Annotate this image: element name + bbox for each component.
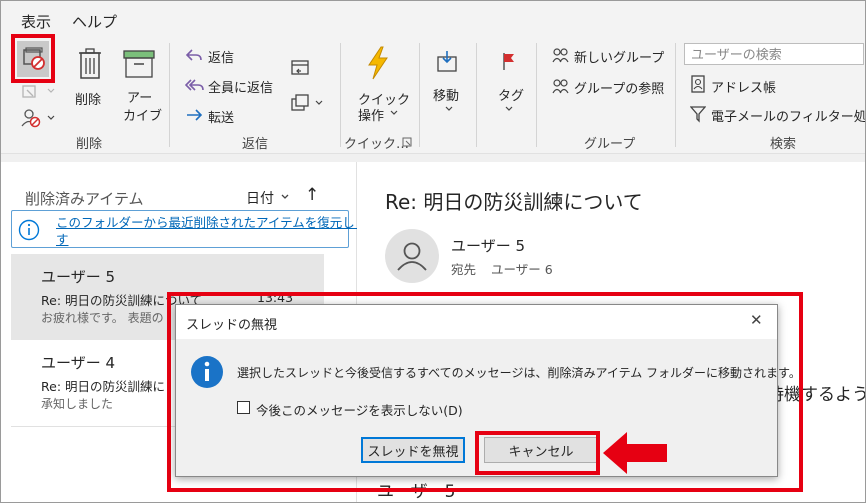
quick-group-label: クイック… <box>344 137 410 152</box>
delete-button[interactable] <box>73 47 107 81</box>
sender-name[interactable]: ユーザー 5 <box>451 235 525 256</box>
chevron-down-icon <box>445 106 453 111</box>
folder-name: 削除済みアイテム <box>25 190 144 208</box>
groups-group-label: グループ <box>584 137 636 152</box>
reply-group-label: 返信 <box>242 137 269 152</box>
quick-steps-label-2[interactable]: 操作 <box>358 105 384 124</box>
ignore-highlight-box <box>11 34 55 83</box>
message-preview: 承知しました <box>41 397 114 411</box>
move-button[interactable]: 移動 <box>433 85 459 104</box>
group-divider <box>675 43 676 147</box>
trash-icon <box>79 48 101 79</box>
forward-icon <box>187 109 203 121</box>
cleanup-icon <box>22 85 55 98</box>
recover-items-banner: このフォルダーから最近削除されたアイテムを復元しま す <box>11 210 367 248</box>
pointer-arrow-icon <box>603 432 667 474</box>
browse-groups-icon <box>552 79 569 94</box>
group-divider <box>169 43 170 147</box>
pane-gap <box>1 154 865 162</box>
menu-view[interactable]: 表示 <box>21 11 51 32</box>
recipient-name[interactable]: ユーザー 6 <box>491 259 553 278</box>
lightning-icon[interactable] <box>365 45 391 81</box>
ribbon: 削除 アー カイブ 削除 返信 全員に返信 転送 返信 クイック 操作 クイック… <box>1 34 865 154</box>
avatar <box>385 229 439 283</box>
group-divider <box>536 43 537 147</box>
more-reply-icon[interactable] <box>289 93 329 113</box>
dialog-launcher-icon[interactable] <box>402 137 412 147</box>
message-title: Re: 明日の防災訓練について <box>385 190 643 214</box>
info-icon <box>191 356 223 388</box>
cleanup-button[interactable] <box>19 81 59 103</box>
tags-button[interactable]: タグ <box>498 85 524 104</box>
group-divider <box>476 43 477 147</box>
search-group-label: 検索 <box>770 137 797 152</box>
message-subject: Re: 明日の防災訓練に <box>41 379 165 394</box>
address-book-button[interactable]: アドレス帳 <box>711 77 776 96</box>
ignore-thread-button[interactable]: スレッドを無視 <box>361 437 465 463</box>
filter-icon <box>690 106 706 123</box>
dialog-message: 選択したスレッドと今後受信するすべてのメッセージは、削除済みアイテム フォルダー… <box>237 366 801 380</box>
meeting-reply-icon[interactable] <box>289 57 311 77</box>
move-icon[interactable] <box>435 49 459 73</box>
sort-direction-arrow[interactable]: ↑ <box>305 185 319 205</box>
message-preview: お疲れ様です。 表題の <box>41 311 164 325</box>
sort-by-date[interactable]: 日付 <box>246 188 274 208</box>
flag-icon[interactable] <box>501 51 517 71</box>
chevron-down-icon <box>505 106 513 111</box>
group-divider <box>340 43 341 147</box>
filter-email-button[interactable]: 電子メールのフィルター処理 <box>711 106 865 125</box>
group-divider <box>419 43 420 147</box>
people-search-input[interactable] <box>685 45 865 66</box>
new-group-button[interactable]: 新しいグループ <box>574 47 664 66</box>
info-icon <box>18 219 40 241</box>
menu-help[interactable]: ヘルプ <box>72 11 117 32</box>
block-user-icon <box>21 109 55 128</box>
archive-label-2: カイブ <box>123 109 163 124</box>
cancel-highlight-box <box>475 431 600 475</box>
menu-bar: 表示 ヘルプ <box>1 1 865 37</box>
archive-button[interactable] <box>122 49 156 79</box>
new-group-icon <box>552 48 569 63</box>
archive-label-1: アー <box>127 91 153 106</box>
reply-button[interactable]: 返信 <box>208 47 234 66</box>
outlook-window: 表示 ヘルプ 削除 アー カイブ 削除 返信 全員に返信 転送 返信 クイック … <box>0 0 866 503</box>
delete-label: 削除 <box>75 93 102 108</box>
chevron-down-icon <box>390 110 398 115</box>
to-label: 宛先 <box>451 262 477 277</box>
reply-all-icon <box>185 79 204 91</box>
dont-show-label[interactable]: 今後このメッセージを表示しない(D) <box>256 400 463 419</box>
forward-button[interactable]: 転送 <box>208 107 234 126</box>
people-search-box[interactable] <box>684 43 865 66</box>
dialog-title: スレッドの無視 <box>186 318 278 333</box>
dont-show-checkbox[interactable] <box>237 401 250 414</box>
browse-groups-button[interactable]: グループの参照 <box>574 78 664 97</box>
recover-items-link[interactable]: このフォルダーから最近削除されたアイテムを復元しま <box>56 212 367 231</box>
message-sender: ユーザー 4 <box>41 354 116 372</box>
reply-icon <box>185 49 202 61</box>
close-icon[interactable]: ✕ <box>750 311 763 329</box>
archive-icon <box>123 50 155 78</box>
message-sender: ユーザー 5 <box>41 268 116 286</box>
address-book-icon <box>691 75 705 93</box>
delete-group-label: 削除 <box>76 137 103 152</box>
chevron-down-icon[interactable] <box>280 193 290 201</box>
recover-items-link-cont[interactable]: す <box>56 229 69 248</box>
dialog-titlebar: スレッドの無視 ✕ <box>176 305 777 339</box>
reply-all-button[interactable]: 全員に返信 <box>208 77 273 96</box>
block-sender-button[interactable] <box>19 107 59 129</box>
